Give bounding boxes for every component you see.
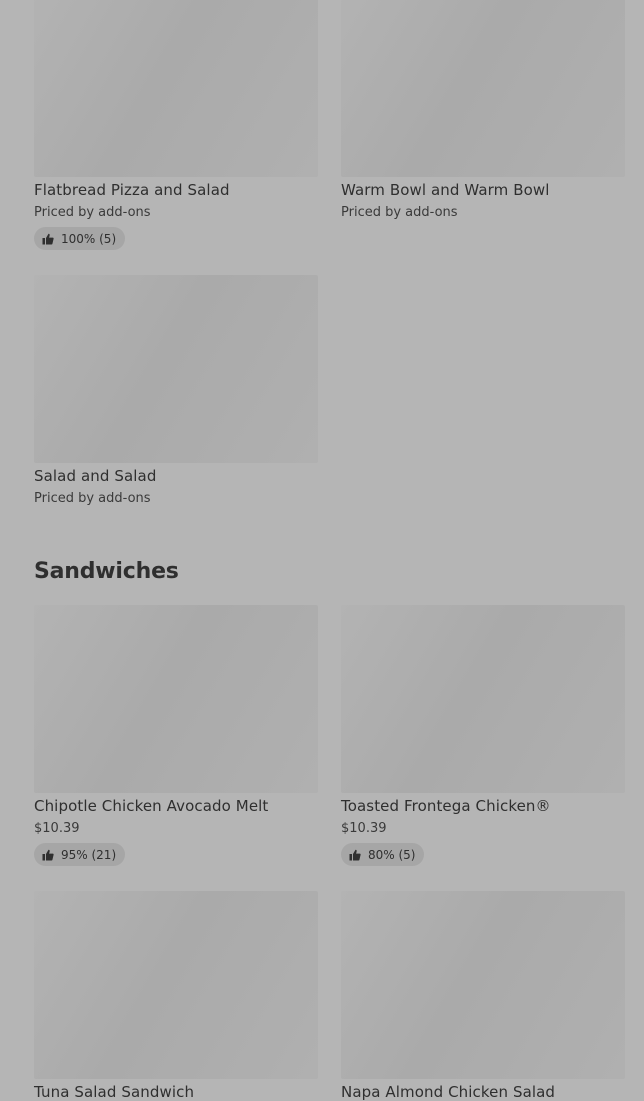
thumbs-up-icon <box>42 233 54 244</box>
menu-page: Flatbread Pizza and Salad Priced by add-… <box>0 0 644 1101</box>
menu-item-price: $10.39 <box>34 821 80 836</box>
menu-item-image[interactable] <box>34 605 318 793</box>
menu-item-name[interactable]: Warm Bowl and Warm Bowl <box>341 182 625 199</box>
menu-item-image[interactable] <box>341 0 625 177</box>
rating-text: 100% (5) <box>61 231 117 246</box>
thumbs-up-icon <box>349 849 361 860</box>
menu-item-name[interactable]: Flatbread Pizza and Salad <box>34 182 318 199</box>
menu-item-image[interactable] <box>34 275 318 463</box>
rating-badge: 80% (5) <box>341 843 425 866</box>
menu-item-name[interactable]: Toasted Frontega Chicken® <box>341 798 625 815</box>
menu-item-card[interactable]: Napa Almond Chicken Salad <box>341 891 625 1101</box>
rating-badge: 95% (21) <box>34 843 126 866</box>
menu-item-name[interactable]: Napa Almond Chicken Salad <box>341 1084 625 1101</box>
menu-item-price: Priced by add-ons <box>34 205 151 220</box>
menu-item-card[interactable]: Warm Bowl and Warm Bowl Priced by add-on… <box>341 0 625 220</box>
menu-item-name[interactable]: Salad and Salad <box>34 468 318 485</box>
rating-badge: 100% (5) <box>34 227 126 250</box>
menu-item-card[interactable]: Toasted Frontega Chicken® $10.39 80% (5) <box>341 605 625 866</box>
menu-item-image[interactable] <box>34 891 318 1079</box>
menu-item-image[interactable] <box>341 891 625 1079</box>
rating-text: 95% (21) <box>61 847 117 862</box>
rating-text: 80% (5) <box>368 847 416 862</box>
menu-item-card[interactable]: Flatbread Pizza and Salad Priced by add-… <box>34 0 318 250</box>
menu-item-card[interactable]: Tuna Salad Sandwich <box>34 891 318 1101</box>
menu-item-price: Priced by add-ons <box>341 205 458 220</box>
menu-item-name[interactable]: Chipotle Chicken Avocado Melt <box>34 798 318 815</box>
menu-item-price: Priced by add-ons <box>34 491 151 506</box>
menu-item-name[interactable]: Tuna Salad Sandwich <box>34 1084 318 1101</box>
menu-item-image[interactable] <box>34 0 318 177</box>
section-title: Sandwiches <box>34 559 179 584</box>
menu-item-price: $10.39 <box>341 821 387 836</box>
menu-item-card[interactable]: Chipotle Chicken Avocado Melt $10.39 95%… <box>34 605 318 866</box>
thumbs-up-icon <box>42 849 54 860</box>
menu-item-card[interactable]: Salad and Salad Priced by add-ons <box>34 275 318 506</box>
menu-item-image[interactable] <box>341 605 625 793</box>
